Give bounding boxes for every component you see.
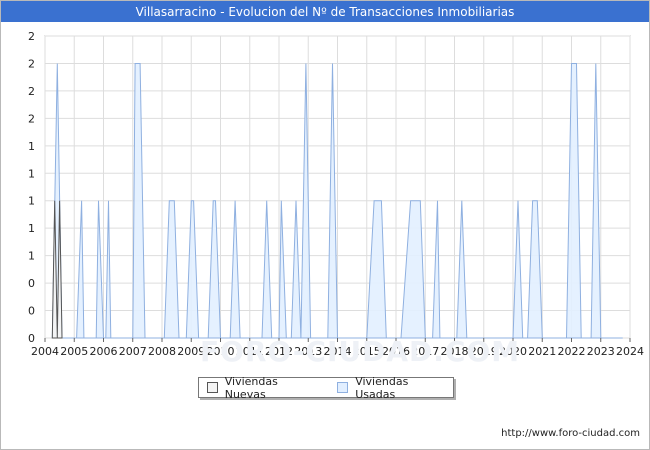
y-tick-label: 2 [28,85,35,98]
y-tick-label: 0 [28,332,35,345]
legend-swatch-nuevas [207,382,218,393]
x-tick-label: 2006 [90,345,118,358]
y-tick-label: 2 [28,57,35,70]
source-url: http://www.foro-ciudad.com [501,428,640,439]
x-tick-label: 2008 [148,345,176,358]
legend-label-nuevas: Viviendas Nuevas [224,374,278,401]
x-tick-label: 2004 [31,345,59,358]
y-tick-label: 2 [28,30,35,43]
x-tick-label: 2022 [558,345,586,358]
legend-label-usadas: Viviendas Usadas [355,374,409,401]
y-tick-label: 1 [28,250,35,263]
x-tick-label: 2023 [587,345,615,358]
y-tick-label: 0 [28,305,35,318]
watermark: FORO-CIUDAD.COM [200,335,521,368]
y-tick-label: 0 [28,277,35,290]
y-tick-label: 1 [28,195,35,208]
legend-item-nuevas: Viviendas Nuevas [207,375,319,401]
y-tick-label: 1 [28,222,35,235]
legend: Viviendas Nuevas Viviendas Usadas [198,375,454,401]
legend-item-usadas: Viviendas Usadas [337,375,449,401]
legend-swatch-usadas [337,382,349,393]
x-tick-label: 2021 [528,345,556,358]
y-tick-label: 2 [28,112,35,125]
x-tick-label: 2005 [60,345,88,358]
y-tick-label: 1 [28,140,35,153]
x-tick-label: 2024 [616,345,644,358]
x-tick-label: 2007 [119,345,147,358]
y-tick-label: 1 [28,167,35,180]
